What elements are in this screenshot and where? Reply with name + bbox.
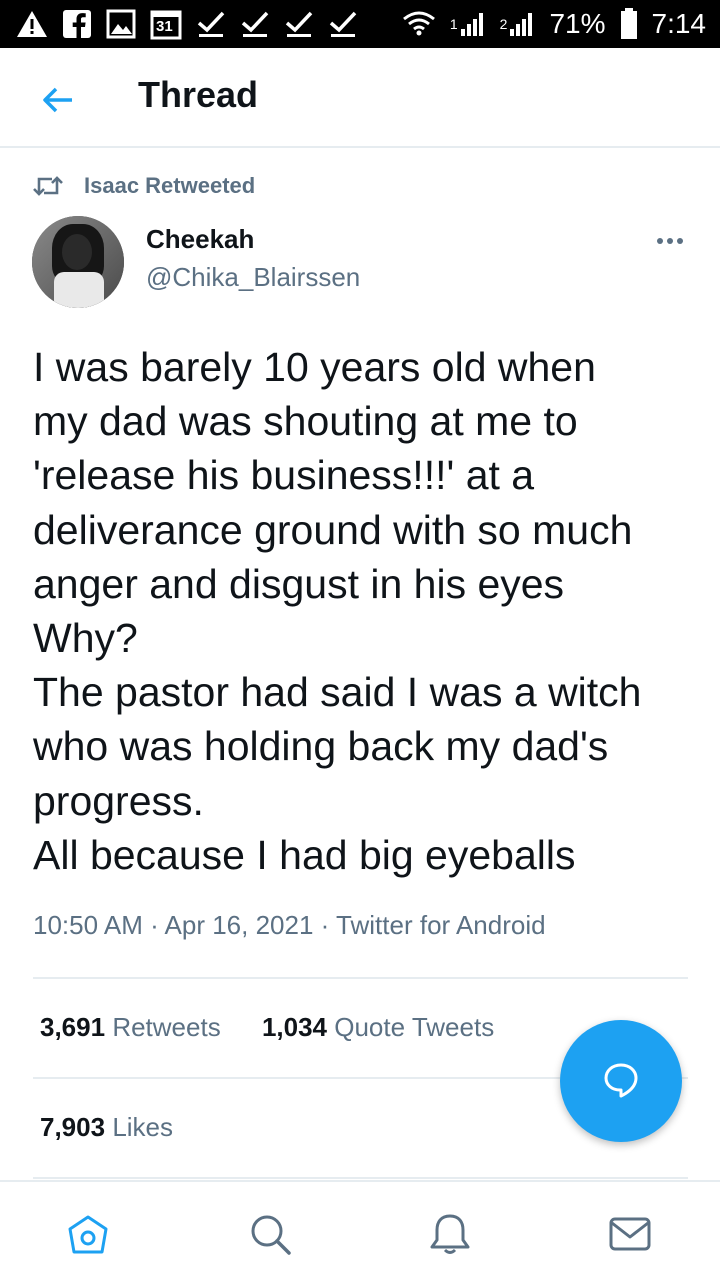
- battery-icon: [620, 8, 638, 40]
- retweet-icon: [32, 172, 64, 200]
- retweets-stat[interactable]: 3,691 Retweets: [40, 1012, 221, 1042]
- messages-icon[interactable]: [606, 1210, 654, 1258]
- alert-icon: [16, 10, 48, 38]
- signal-icon: 1: [450, 11, 486, 37]
- tweet-timestamp[interactable]: 10:50 AM · Apr 16, 2021 · Twitter for An…: [33, 910, 546, 941]
- tweet-text-line: who was holding back my dad's: [33, 723, 609, 770]
- tweet-text-line: All because I had big eyeballs: [33, 831, 576, 878]
- tweet-text: I was barely 10 years old when my dad wa…: [33, 340, 703, 882]
- check-icon: [284, 9, 314, 39]
- tweet-text-line: I was barely 10 years old when: [33, 344, 596, 390]
- retweets-count: 3,691: [40, 1012, 106, 1042]
- facebook-icon: [62, 9, 92, 39]
- signal-icon: 2: [500, 11, 536, 37]
- battery-percent: 71%: [549, 8, 606, 39]
- sim1-label: 1: [449, 16, 458, 32]
- home-icon[interactable]: [64, 1210, 112, 1258]
- tweet-text-line: 'release his business!!!' at a: [33, 452, 535, 499]
- tweet-text-line: Why?: [33, 615, 138, 662]
- retweet-context-label: Isaac Retweeted: [84, 173, 256, 198]
- retweet-context[interactable]: Isaac Retweeted: [32, 172, 255, 200]
- retweets-label: Retweets: [112, 1012, 221, 1042]
- reply-fab-button[interactable]: [560, 1020, 682, 1142]
- app-header: Thread: [0, 48, 720, 148]
- likes-label: Likes: [112, 1112, 174, 1142]
- divider: [33, 1177, 688, 1179]
- tweet-text-line: progress.: [33, 777, 204, 824]
- back-arrow-icon[interactable]: [38, 80, 78, 120]
- avatar[interactable]: [32, 216, 124, 308]
- stats-row: 3,691 Retweets 1,034 Quote Tweets: [40, 1012, 494, 1043]
- status-bar: 31 1 2 71% 7:14: [0, 0, 720, 48]
- bottom-nav: [0, 1180, 720, 1280]
- clock: 7:14: [651, 8, 707, 39]
- notifications-icon[interactable]: [426, 1210, 474, 1258]
- likes-row: 7,903 Likes: [40, 1112, 173, 1143]
- author-name[interactable]: Cheekah: [146, 224, 254, 255]
- more-options-icon[interactable]: [648, 226, 692, 256]
- search-icon[interactable]: [246, 1210, 294, 1258]
- wifi-icon: [402, 9, 436, 39]
- tweet-text-line: anger and disgust in his eyes: [33, 560, 565, 607]
- page-title: Thread: [138, 74, 259, 115]
- gallery-icon: [106, 9, 136, 39]
- check-icon: [328, 9, 358, 39]
- calendar-icon: 31: [150, 8, 182, 40]
- tweet-text-line: my dad was shouting at me to: [33, 398, 578, 445]
- check-icon: [240, 9, 270, 39]
- reply-bubble-icon: [601, 1059, 641, 1104]
- divider: [33, 977, 688, 979]
- tweet-text-line: The pastor had said I was a witch: [33, 669, 642, 716]
- check-icon: [196, 9, 226, 39]
- quote-tweets-stat[interactable]: 1,034 Quote Tweets: [262, 1012, 494, 1042]
- sim2-label: 2: [499, 16, 508, 32]
- tweet-text-line: deliverance ground with so much: [33, 506, 633, 553]
- calendar-day: 31: [156, 18, 173, 35]
- quotes-label: Quote Tweets: [334, 1012, 495, 1042]
- author-handle[interactable]: @Chika_Blairssen: [146, 262, 360, 293]
- likes-stat[interactable]: 7,903 Likes: [40, 1112, 173, 1142]
- likes-count: 7,903: [40, 1112, 106, 1142]
- quotes-count: 1,034: [261, 1012, 328, 1042]
